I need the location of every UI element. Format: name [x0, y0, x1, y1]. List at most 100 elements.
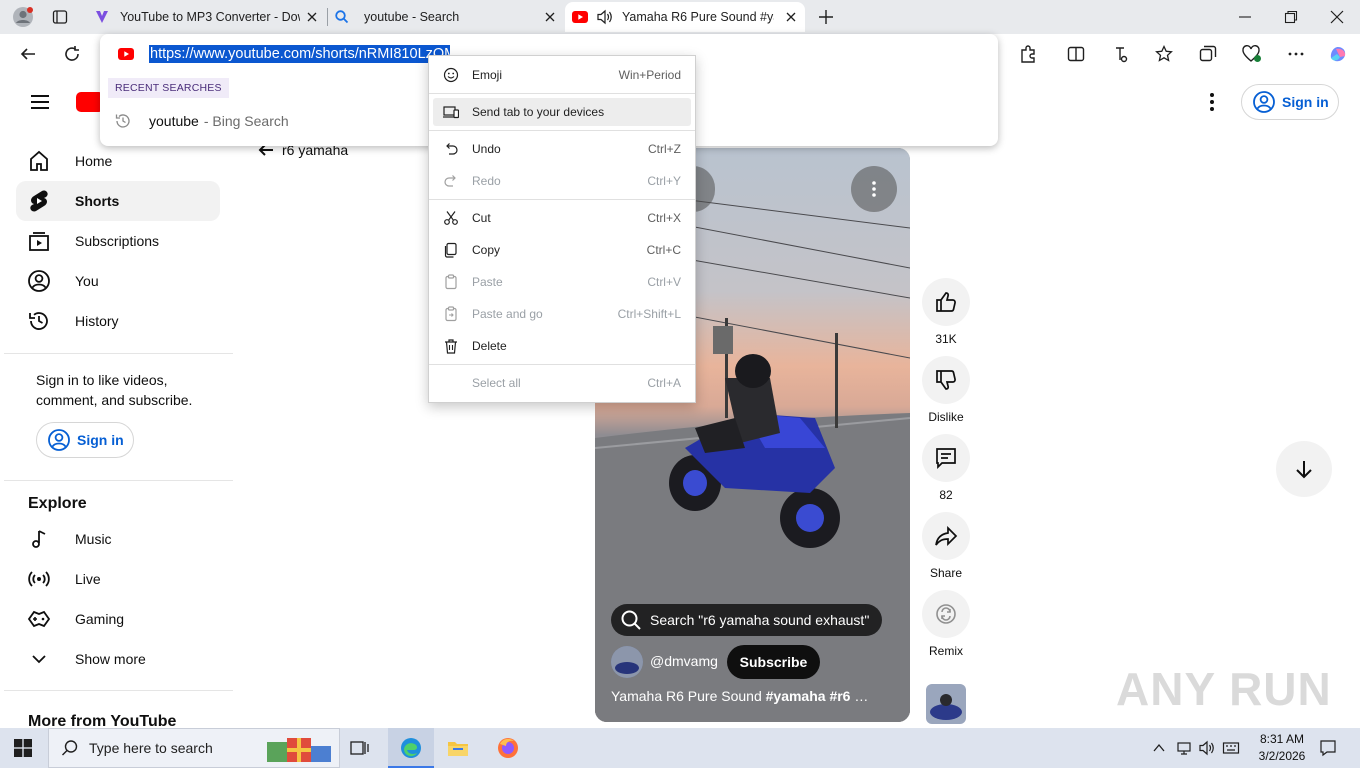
profile-icon[interactable]	[12, 6, 34, 28]
sidebar-item-subscriptions[interactable]: Subscriptions	[16, 221, 220, 261]
tab-bing-search[interactable]: youtube - Search	[328, 2, 564, 32]
sidebar-item-label: Subscriptions	[75, 233, 160, 249]
address-input[interactable]: https://www.youtube.com/shorts/nRMI810Lz…	[149, 45, 450, 63]
header-signin-button[interactable]: Sign in	[1241, 84, 1339, 120]
clock-time[interactable]: 8:31 AM	[1252, 732, 1312, 746]
sidebar-divider	[4, 480, 233, 481]
menu-item-shortcut: Win+Period	[618, 68, 681, 82]
close-icon[interactable]	[785, 11, 797, 23]
close-icon[interactable]	[306, 11, 318, 23]
sidebar-item-label: You	[75, 273, 99, 289]
task-view-icon[interactable]	[350, 739, 370, 757]
comments-button[interactable]	[922, 434, 970, 482]
live-icon	[28, 571, 50, 587]
menu-item-delete[interactable]: Delete	[433, 332, 691, 360]
menu-item-send-tab[interactable]: Send tab to your devices	[433, 98, 691, 126]
channel-avatar[interactable]	[611, 646, 643, 678]
window-close-icon[interactable]	[1330, 10, 1344, 24]
new-tab-plus-icon[interactable]	[818, 9, 834, 25]
remix-icon	[936, 604, 956, 624]
taskbar-firefox-icon[interactable]	[496, 736, 520, 760]
subscribe-button[interactable]: Subscribe	[727, 645, 820, 679]
menu-item-label: Emoji	[472, 68, 503, 82]
arrow-down-icon	[1296, 461, 1312, 479]
sidebar-item-label: Music	[75, 531, 112, 547]
caption-hashtags[interactable]: #yamaha #r6	[766, 688, 851, 704]
sidebar-item-gaming[interactable]: Gaming	[16, 599, 220, 639]
back-arrow-icon[interactable]	[16, 42, 40, 66]
sidebar-item-shorts[interactable]: Shorts	[16, 181, 220, 221]
menu-item-copy[interactable]: Copy Ctrl+C	[433, 236, 691, 264]
sidebar-divider	[4, 690, 233, 691]
menu-item-label: Undo	[472, 142, 501, 156]
caption-text: Yamaha R6 Pure Sound	[611, 688, 766, 704]
trash-icon	[445, 339, 457, 354]
sidebar-signin-button[interactable]: Sign in	[36, 422, 134, 458]
anyrun-watermark: ANY RUN	[1116, 663, 1332, 715]
sound-thumbnail[interactable]	[926, 684, 966, 724]
like-button[interactable]	[922, 278, 970, 326]
taskbar-file-explorer-icon[interactable]	[446, 736, 470, 760]
menu-item-cut[interactable]: Cut Ctrl+X	[433, 204, 691, 232]
next-video-button[interactable]	[1276, 441, 1332, 497]
restore-icon[interactable]	[1284, 10, 1298, 24]
tray-volume-icon[interactable]	[1198, 740, 1216, 756]
more-options-icon[interactable]	[1200, 90, 1224, 114]
sidebar-item-live[interactable]: Live	[16, 559, 220, 599]
menu-item-label: Redo	[472, 174, 501, 188]
sidebar-signin-label: Sign in	[77, 432, 124, 448]
menu-item-label: Send tab to your devices	[472, 105, 605, 119]
explore-title: Explore	[28, 495, 87, 512]
extensions-icon[interactable]	[1016, 42, 1040, 66]
browser-essentials-icon[interactable]	[1240, 42, 1264, 66]
sidebar-item-label: Show more	[75, 651, 146, 667]
search-icon	[335, 10, 349, 24]
split-screen-icon[interactable]	[1064, 42, 1088, 66]
copilot-icon[interactable]	[1326, 42, 1350, 66]
refresh-icon[interactable]	[60, 42, 84, 66]
remix-button[interactable]	[922, 590, 970, 638]
menu-icon[interactable]	[28, 90, 52, 114]
speaker-icon[interactable]	[596, 9, 614, 25]
tab-converter[interactable]: YouTube to MP3 Converter - Dow	[88, 2, 326, 32]
menu-item-emoji[interactable]: Emoji Win+Period	[433, 61, 691, 89]
context-menu: Emoji Win+Period Send tab to your device…	[428, 55, 696, 403]
sidebar-item-you[interactable]: You	[16, 261, 220, 301]
favorites-star-icon[interactable]	[1152, 42, 1176, 66]
share-button[interactable]	[922, 512, 970, 560]
taskbar-edge-icon[interactable]	[388, 728, 434, 768]
comment-count: 82	[939, 488, 953, 502]
sidebar-item-home[interactable]: Home	[16, 141, 220, 181]
menu-item-redo: Redo Ctrl+Y	[433, 167, 691, 195]
sidebar-item-music[interactable]: Music	[16, 519, 220, 559]
menu-item-shortcut: Ctrl+X	[647, 211, 681, 225]
sidebar-item-history[interactable]: History	[16, 301, 220, 341]
menu-item-undo[interactable]: Undo Ctrl+Z	[433, 135, 691, 163]
tray-keyboard-icon[interactable]	[1222, 740, 1240, 756]
close-icon[interactable]	[544, 11, 556, 23]
suggestion-youtube[interactable]: youtube - Bing Search	[114, 110, 424, 132]
settings-more-icon[interactable]	[1284, 42, 1308, 66]
menu-item-shortcut: Ctrl+Z	[648, 142, 681, 156]
header-signin-label: Sign in	[1282, 94, 1329, 110]
dislike-button[interactable]	[922, 356, 970, 404]
tray-chevron-up-icon[interactable]	[1152, 741, 1166, 755]
windows-start-icon[interactable]	[14, 739, 32, 757]
notifications-icon[interactable]	[1319, 739, 1337, 757]
menu-item-shortcut: Ctrl+A	[647, 376, 681, 390]
video-menu-icon[interactable]	[851, 166, 897, 212]
tab-actions-icon[interactable]	[52, 9, 68, 25]
like-count: 31K	[935, 332, 957, 346]
collections-icon[interactable]	[1196, 42, 1220, 66]
tray-network-icon[interactable]	[1176, 740, 1192, 756]
related-search-chip[interactable]: Search "r6 yamaha sound exhaust"	[611, 604, 882, 636]
read-aloud-icon[interactable]	[1108, 42, 1132, 66]
account-icon	[1253, 91, 1275, 113]
clock-date[interactable]: 3/2/2026	[1252, 749, 1312, 763]
channel-name[interactable]: @dmvamg	[650, 653, 718, 669]
taskbar-search-box[interactable]: Type here to search	[48, 728, 340, 768]
sidebar-item-show-more[interactable]: Show more	[16, 639, 220, 679]
tab-youtube-short[interactable]: Yamaha R6 Pure Sound #yam	[565, 2, 805, 32]
tab-title: YouTube to MP3 Converter - Dow	[120, 10, 300, 24]
minimize-icon[interactable]	[1238, 10, 1252, 24]
